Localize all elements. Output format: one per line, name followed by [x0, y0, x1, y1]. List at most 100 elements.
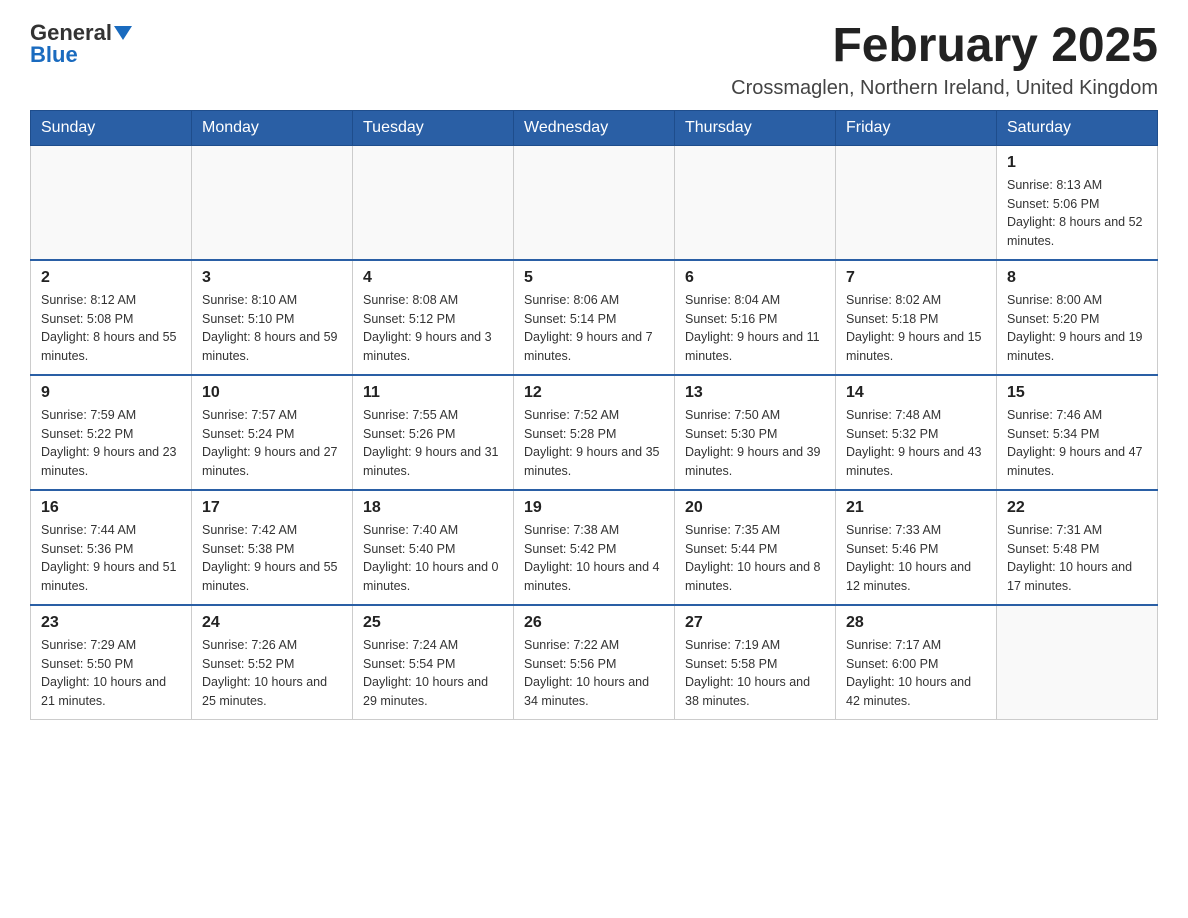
day-info: Sunrise: 8:00 AM Sunset: 5:20 PM Dayligh… — [1007, 291, 1147, 366]
day-number: 23 — [41, 614, 181, 632]
table-row: 1 Sunrise: 8:13 AM Sunset: 5:06 PM Daylig… — [997, 145, 1158, 260]
table-row: 19Sunrise: 7:38 AM Sunset: 5:42 PM Dayli… — [514, 490, 675, 605]
table-row — [353, 145, 514, 260]
day-info: Sunrise: 7:44 AM Sunset: 5:36 PM Dayligh… — [41, 521, 181, 596]
day-info: Sunrise: 7:50 AM Sunset: 5:30 PM Dayligh… — [685, 406, 825, 481]
table-row: 25 Sunrise: 7:24 AM Sunset: 5:54 PM Dayli… — [353, 605, 514, 720]
day-info: Sunrise: 7:33 AM Sunset: 5:46 PM Dayligh… — [846, 521, 986, 596]
header-thursday: Thursday — [675, 110, 836, 145]
day-number: 5 — [524, 269, 664, 287]
calendar-week-row: 1 Sunrise: 8:13 AM Sunset: 5:06 PM Daylig… — [31, 145, 1158, 260]
logo-blue-text: Blue — [30, 42, 78, 68]
table-row: 16 Sunrise: 7:44 AM Sunset: 5:36 PM Dayli… — [31, 490, 192, 605]
day-number: 16 — [41, 499, 181, 517]
day-number: 6 — [685, 269, 825, 287]
day-number: 28 — [846, 614, 986, 632]
table-row — [514, 145, 675, 260]
calendar-week-row: 9 Sunrise: 7:59 AM Sunset: 5:22 PM Daylig… — [31, 375, 1158, 490]
day-number: 14 — [846, 384, 986, 402]
day-number: 8 — [1007, 269, 1147, 287]
day-info: Sunrise: 7:59 AM Sunset: 5:22 PM Dayligh… — [41, 406, 181, 481]
day-info: Sunrise: 7:26 AM Sunset: 5:52 PM Dayligh… — [202, 636, 342, 711]
title-area: February 2025 Crossmaglen, Northern Irel… — [731, 20, 1158, 100]
table-row: 2 Sunrise: 8:12 AM Sunset: 5:08 PM Daylig… — [31, 260, 192, 375]
table-row — [31, 145, 192, 260]
table-row: 10 Sunrise: 7:57 AM Sunset: 5:24 PM Dayli… — [192, 375, 353, 490]
day-info: Sunrise: 8:02 AM Sunset: 5:18 PM Dayligh… — [846, 291, 986, 366]
table-row: 4 Sunrise: 8:08 AM Sunset: 5:12 PM Daylig… — [353, 260, 514, 375]
table-row: 17 Sunrise: 7:42 AM Sunset: 5:38 PM Dayli… — [192, 490, 353, 605]
table-row: 20 Sunrise: 7:35 AM Sunset: 5:44 PM Dayli… — [675, 490, 836, 605]
weekday-header-row: Sunday Monday Tuesday Wednesday Thursday… — [31, 110, 1158, 145]
month-title: February 2025 — [731, 20, 1158, 73]
day-info: Sunrise: 7:22 AM Sunset: 5:56 PM Dayligh… — [524, 636, 664, 711]
day-number: 4 — [363, 269, 503, 287]
table-row: 12Sunrise: 7:52 AM Sunset: 5:28 PM Dayli… — [514, 375, 675, 490]
day-number: 17 — [202, 499, 342, 517]
day-number: 10 — [202, 384, 342, 402]
day-info: Sunrise: 7:57 AM Sunset: 5:24 PM Dayligh… — [202, 406, 342, 481]
table-row: 5 Sunrise: 8:06 AM Sunset: 5:14 PM Daylig… — [514, 260, 675, 375]
day-info: Sunrise: 8:08 AM Sunset: 5:12 PM Dayligh… — [363, 291, 503, 366]
day-number: 24 — [202, 614, 342, 632]
day-info: Sunrise: 7:17 AM Sunset: 6:00 PM Dayligh… — [846, 636, 986, 711]
day-number: 20 — [685, 499, 825, 517]
logo-arrow-icon — [114, 26, 132, 40]
day-number: 21 — [846, 499, 986, 517]
table-row — [836, 145, 997, 260]
day-number: 27 — [685, 614, 825, 632]
day-number: 3 — [202, 269, 342, 287]
day-number: 25 — [363, 614, 503, 632]
day-info: Sunrise: 7:42 AM Sunset: 5:38 PM Dayligh… — [202, 521, 342, 596]
day-info: Sunrise: 7:24 AM Sunset: 5:54 PM Dayligh… — [363, 636, 503, 711]
calendar-week-row: 23Sunrise: 7:29 AM Sunset: 5:50 PM Dayli… — [31, 605, 1158, 720]
day-info: Sunrise: 7:55 AM Sunset: 5:26 PM Dayligh… — [363, 406, 503, 481]
table-row: 3 Sunrise: 8:10 AM Sunset: 5:10 PM Daylig… — [192, 260, 353, 375]
calendar-week-row: 16 Sunrise: 7:44 AM Sunset: 5:36 PM Dayli… — [31, 490, 1158, 605]
table-row: 28 Sunrise: 7:17 AM Sunset: 6:00 PM Dayli… — [836, 605, 997, 720]
day-number: 18 — [363, 499, 503, 517]
day-info: Sunrise: 7:40 AM Sunset: 5:40 PM Dayligh… — [363, 521, 503, 596]
header-friday: Friday — [836, 110, 997, 145]
day-info: Sunrise: 8:10 AM Sunset: 5:10 PM Dayligh… — [202, 291, 342, 366]
day-number: 13 — [685, 384, 825, 402]
header-tuesday: Tuesday — [353, 110, 514, 145]
day-number: 12 — [524, 384, 664, 402]
day-number: 9 — [41, 384, 181, 402]
day-info: Sunrise: 8:13 AM Sunset: 5:06 PM Dayligh… — [1007, 176, 1147, 251]
day-info: Sunrise: 7:19 AM Sunset: 5:58 PM Dayligh… — [685, 636, 825, 711]
table-row: 22Sunrise: 7:31 AM Sunset: 5:48 PM Dayli… — [997, 490, 1158, 605]
table-row: 15 Sunrise: 7:46 AM Sunset: 5:34 PM Dayli… — [997, 375, 1158, 490]
table-row: 9 Sunrise: 7:59 AM Sunset: 5:22 PM Daylig… — [31, 375, 192, 490]
calendar-table: Sunday Monday Tuesday Wednesday Thursday… — [30, 110, 1158, 720]
day-info: Sunrise: 7:46 AM Sunset: 5:34 PM Dayligh… — [1007, 406, 1147, 481]
day-info: Sunrise: 7:35 AM Sunset: 5:44 PM Dayligh… — [685, 521, 825, 596]
table-row — [192, 145, 353, 260]
header-saturday: Saturday — [997, 110, 1158, 145]
table-row: 24 Sunrise: 7:26 AM Sunset: 5:52 PM Dayli… — [192, 605, 353, 720]
location-title: Crossmaglen, Northern Ireland, United Ki… — [731, 77, 1158, 100]
day-info: Sunrise: 7:48 AM Sunset: 5:32 PM Dayligh… — [846, 406, 986, 481]
table-row — [675, 145, 836, 260]
day-info: Sunrise: 7:31 AM Sunset: 5:48 PM Dayligh… — [1007, 521, 1147, 596]
logo: General Blue — [30, 20, 132, 68]
table-row: 7 Sunrise: 8:02 AM Sunset: 5:18 PM Daylig… — [836, 260, 997, 375]
day-info: Sunrise: 8:06 AM Sunset: 5:14 PM Dayligh… — [524, 291, 664, 366]
page-header: General Blue February 2025 Crossmaglen, … — [30, 20, 1158, 100]
day-info: Sunrise: 8:04 AM Sunset: 5:16 PM Dayligh… — [685, 291, 825, 366]
calendar-week-row: 2 Sunrise: 8:12 AM Sunset: 5:08 PM Daylig… — [31, 260, 1158, 375]
table-row: 26 Sunrise: 7:22 AM Sunset: 5:56 PM Dayli… — [514, 605, 675, 720]
day-number: 2 — [41, 269, 181, 287]
day-info: Sunrise: 8:12 AM Sunset: 5:08 PM Dayligh… — [41, 291, 181, 366]
day-number: 19 — [524, 499, 664, 517]
table-row — [997, 605, 1158, 720]
day-number: 15 — [1007, 384, 1147, 402]
day-number: 26 — [524, 614, 664, 632]
header-wednesday: Wednesday — [514, 110, 675, 145]
day-number: 1 — [1007, 154, 1147, 172]
header-sunday: Sunday — [31, 110, 192, 145]
header-monday: Monday — [192, 110, 353, 145]
table-row: 8 Sunrise: 8:00 AM Sunset: 5:20 PM Daylig… — [997, 260, 1158, 375]
day-number: 7 — [846, 269, 986, 287]
table-row: 27 Sunrise: 7:19 AM Sunset: 5:58 PM Dayli… — [675, 605, 836, 720]
